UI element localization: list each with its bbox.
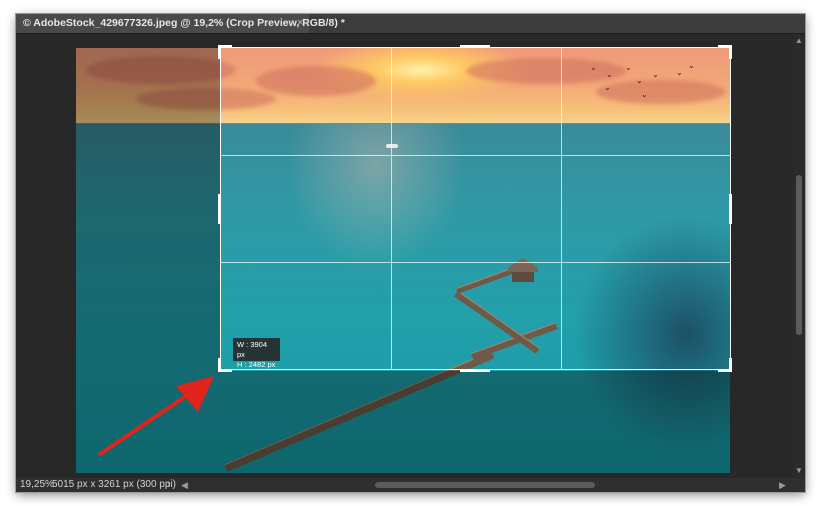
red-arrow-icon — [98, 376, 214, 456]
crop-shield-bottom — [220, 371, 730, 473]
scroll-up-icon[interactable]: ▲ — [795, 36, 803, 45]
width-label: W : — [237, 340, 249, 349]
status-bar: 19,25% 5015 px x 3261 px (300 ppi) › ◀ ▶ — [16, 478, 805, 492]
photoshop-document-window: © AdobeStock_429677326.jpeg @ 19,2% (Cro… — [16, 14, 805, 492]
vertical-scroll-thumb[interactable] — [796, 175, 802, 335]
horizontal-scrollbar[interactable]: ◀ ▶ — [179, 479, 791, 491]
crop-frame[interactable] — [220, 47, 731, 370]
vertical-scrollbar[interactable]: ▲ ▼ — [793, 34, 805, 478]
crop-handle-left[interactable] — [218, 194, 221, 224]
document-info: 5015 px x 3261 px (300 ppi) — [52, 479, 176, 490]
crop-handle-right[interactable] — [729, 194, 732, 224]
document-tab[interactable]: © AdobeStock_429677326.jpeg @ 19,2% (Cro… — [16, 14, 345, 33]
horizontal-scroll-thumb[interactable] — [375, 482, 595, 488]
scroll-down-icon[interactable]: ▼ — [795, 466, 803, 475]
height-value: 2482 px — [248, 360, 276, 369]
zoom-level[interactable]: 19,25% — [20, 478, 54, 492]
scroll-left-icon[interactable]: ◀ — [181, 478, 188, 492]
document-tab-bar: © AdobeStock_429677326.jpeg @ 19,2% (Cro… — [16, 14, 805, 34]
crop-handle-bottom[interactable] — [460, 369, 490, 372]
close-tab-icon[interactable]: × — [297, 14, 303, 33]
height-label: H : — [237, 360, 247, 369]
canvas-area[interactable]: ⌄ ⌄ ⌄ ⌄ ⌄ ⌄ ⌄ ⌄ ⌄ W: 3904 px H: 2482 p… — [16, 34, 792, 478]
scroll-right-icon[interactable]: ▶ — [779, 478, 786, 492]
crop-handle-top[interactable] — [460, 45, 490, 48]
status-menu-arrow-icon[interactable]: › — [167, 478, 170, 492]
crop-size-tooltip: W : 3904 px H : 2482 px — [233, 338, 280, 369]
